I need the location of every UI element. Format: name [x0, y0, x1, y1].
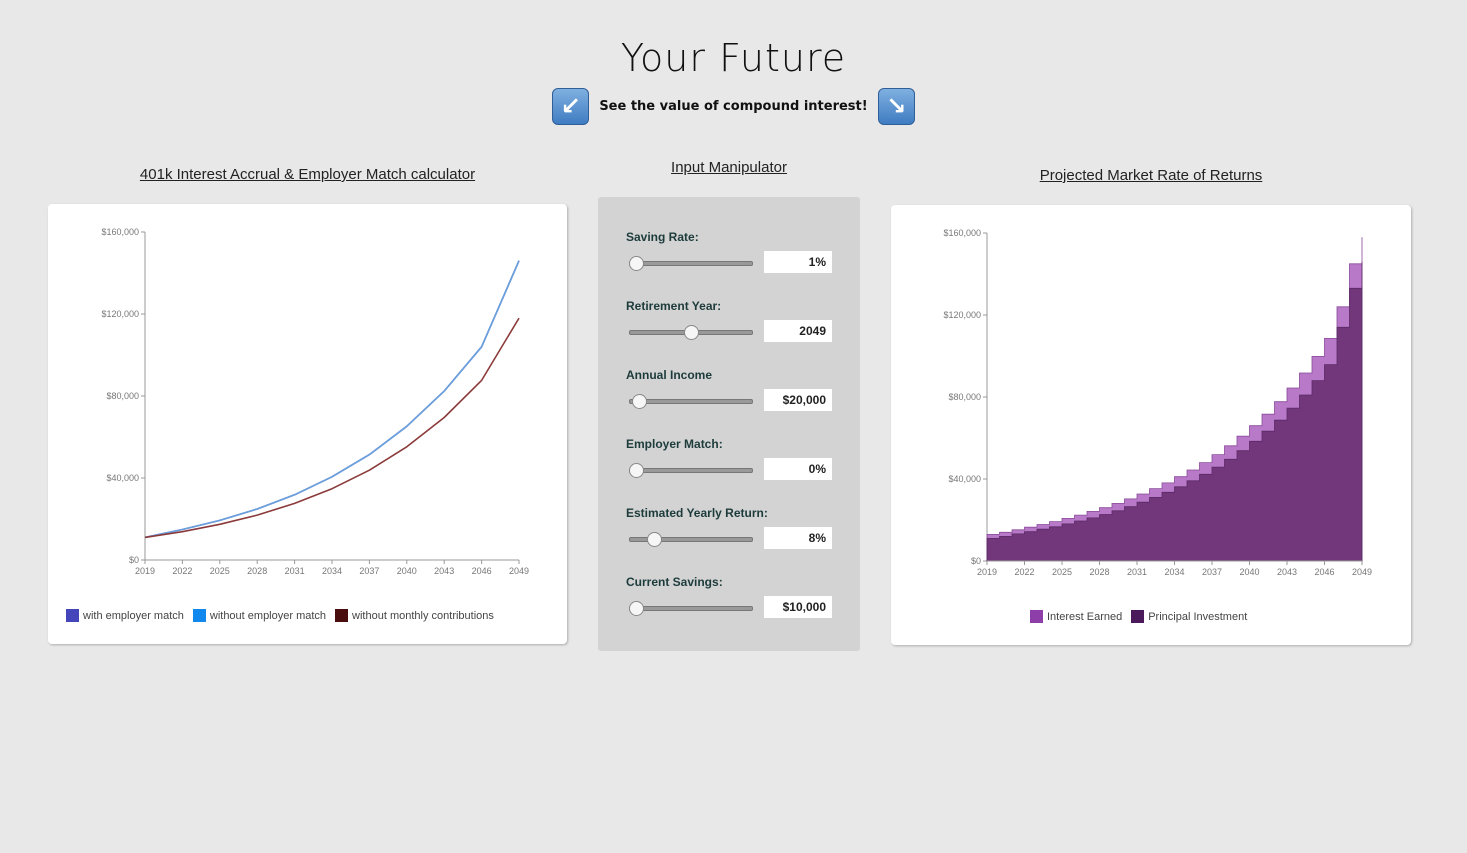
x-tick-label: 2037 — [1202, 567, 1222, 577]
x-tick-label: 2028 — [1089, 567, 1109, 577]
series-line-without-contributions — [144, 317, 520, 539]
legend-swatch — [1131, 610, 1145, 623]
slider-thumb[interactable] — [629, 601, 645, 616]
yearly-return-field: Estimated Yearly Return: 8% — [626, 506, 832, 549]
field-label: Saving Rate: — [626, 230, 699, 244]
y-tick-label: $0 — [971, 556, 981, 566]
legend-label: Interest Earned — [1047, 610, 1123, 623]
area-chart: $0 $40,000 $80,000 $120,000 $160,000 2019 2022… — [943, 228, 1372, 577]
arrow-down-right-icon[interactable]: ↘ — [877, 87, 915, 125]
x-tick-label: 2046 — [472, 566, 492, 576]
yearly-return-input[interactable]: 8% — [764, 527, 832, 549]
legend-label: Principal Investment — [1148, 610, 1248, 623]
legend-label: without employer match — [209, 609, 327, 622]
x-tick-label: 2034 — [322, 566, 342, 576]
saving-rate-input[interactable]: 1% — [764, 251, 832, 273]
slider-thumb[interactable] — [629, 256, 645, 271]
area-chart-card: $0 $40,000 $80,000 $120,000 $160,000 2019 2022… — [891, 205, 1411, 645]
slider-thumb[interactable] — [631, 394, 647, 409]
current-savings-slider[interactable] — [629, 601, 753, 616]
retirement-year-input[interactable]: 2049 — [764, 320, 832, 342]
line-chart: $0 $40,000 $80,000 $120,000 $160,000 2019 2022… — [101, 227, 529, 576]
x-tick-label: 2043 — [1277, 567, 1297, 577]
page-title: Your Future — [620, 36, 847, 80]
y-tick-label: $80,000 — [948, 392, 981, 402]
series-area-principal-investment — [986, 261, 1363, 562]
x-tick-label: 2046 — [1314, 567, 1334, 577]
x-tick-label: 2028 — [247, 566, 267, 576]
legend-item-without-match[interactable]: without employer match — [192, 609, 327, 622]
legend-label: with employer match — [83, 609, 184, 622]
x-tick-label: 2049 — [509, 566, 529, 576]
x-tick-label: 2037 — [359, 566, 379, 576]
area-chart-legend: Interest Earned Principal Investment — [1030, 610, 1247, 623]
annual-income-input[interactable]: $20,000 — [764, 389, 832, 411]
saving-rate-slider[interactable] — [629, 256, 753, 271]
y-tick-label: $40,000 — [948, 474, 981, 484]
x-tick-label: 2019 — [977, 567, 997, 577]
calculator-title: 401k Interest Accrual & Employer Match c… — [139, 166, 476, 183]
legend-item-principal-investment[interactable]: Principal Investment — [1131, 610, 1247, 623]
y-tick-label: $120,000 — [943, 310, 981, 320]
x-tick-label: 2019 — [135, 566, 155, 576]
annual-income-field: Annual Income $20,000 — [626, 368, 832, 411]
arrow-down-left-icon[interactable]: ↙ — [552, 87, 590, 125]
legend-swatch — [1030, 610, 1043, 623]
employer-match-input[interactable]: 0% — [764, 458, 832, 480]
slider-thumb[interactable] — [684, 325, 699, 340]
saving-rate-field: Saving Rate: 1% — [626, 230, 832, 273]
x-tick-label: 2025 — [1052, 567, 1072, 577]
y-tick-label: $160,000 — [943, 228, 981, 238]
subtitle: See the value of compound interest! — [599, 98, 868, 114]
line-chart-card: $0 $40,000 $80,000 $120,000 $160,000 2019 2022… — [48, 204, 567, 644]
market-returns-title: Projected Market Rate of Returns — [1039, 167, 1263, 184]
x-tick-label: 2022 — [172, 566, 192, 576]
employer-match-field: Employer Match: 0% — [626, 437, 832, 480]
x-tick-label: 2049 — [1352, 567, 1372, 577]
legend-item-without-contributions[interactable]: without monthly contributions — [335, 609, 494, 622]
slider-thumb[interactable] — [629, 463, 645, 478]
legend-swatch — [66, 609, 79, 622]
current-savings-input[interactable]: $10,000 — [764, 596, 832, 618]
field-label: Current Savings: — [626, 575, 723, 589]
retirement-year-slider[interactable] — [629, 325, 753, 340]
x-tick-label: 2025 — [210, 566, 230, 576]
slider-thumb[interactable] — [647, 532, 663, 547]
field-label: Annual Income — [626, 368, 713, 382]
legend-swatch — [192, 609, 206, 622]
input-manipulator-title: Input Manipulator — [671, 159, 787, 176]
x-tick-label: 2040 — [1239, 567, 1259, 577]
x-tick-label: 2040 — [397, 566, 417, 576]
field-label: Estimated Yearly Return: — [626, 506, 768, 520]
legend-item-interest-earned[interactable]: Interest Earned — [1030, 610, 1122, 623]
field-label: Retirement Year: — [626, 299, 722, 313]
employer-match-slider[interactable] — [629, 463, 753, 478]
line-chart-legend: with employer match without employer mat… — [66, 609, 494, 622]
current-savings-field: Current Savings: $10,000 — [626, 575, 832, 618]
x-tick-label: 2034 — [1164, 567, 1184, 577]
subtitle-row: ↙ See the value of compound interest! ↘ — [0, 86, 1467, 126]
field-label: Employer Match: — [626, 437, 723, 451]
legend-swatch — [335, 609, 349, 622]
legend-item-with-match[interactable]: with employer match — [66, 609, 184, 622]
legend-label: without monthly contributions — [352, 609, 494, 622]
y-tick-label: $40,000 — [106, 473, 139, 483]
y-tick-label: $80,000 — [106, 391, 139, 401]
y-tick-label: $160,000 — [101, 227, 139, 237]
retirement-year-field: Retirement Year: 2049 — [626, 299, 832, 342]
yearly-return-slider[interactable] — [629, 532, 753, 547]
x-tick-label: 2031 — [285, 566, 305, 576]
x-tick-label: 2031 — [1127, 567, 1147, 577]
y-tick-label: $0 — [129, 555, 139, 565]
input-panel: Saving Rate: 1% Retirement Year: 2049 An… — [598, 197, 860, 651]
x-tick-label: 2022 — [1014, 567, 1034, 577]
x-tick-label: 2043 — [434, 566, 454, 576]
y-tick-label: $120,000 — [101, 309, 139, 319]
annual-income-slider[interactable] — [629, 394, 753, 409]
